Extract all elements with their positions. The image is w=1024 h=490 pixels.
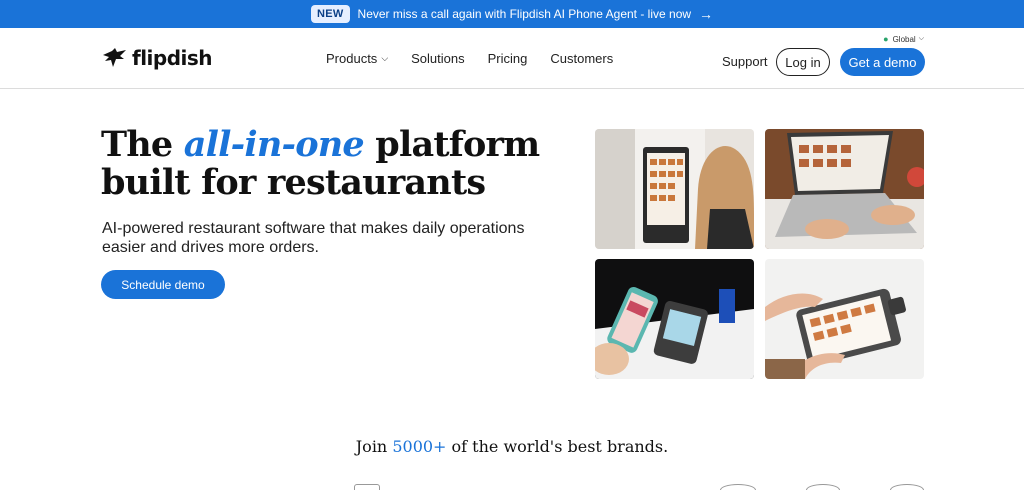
kiosk-photo: [595, 129, 754, 249]
brand-logo-peek: [720, 484, 756, 490]
brand-wordmark: flipdish: [132, 46, 213, 70]
brands-post: of the world's best brands.: [446, 437, 669, 456]
brand-logo-peek: [806, 484, 840, 490]
nav-solutions-label: Solutions: [411, 51, 465, 66]
hero-title-accent: all-in-one: [183, 124, 365, 165]
login-button[interactable]: Log in: [776, 48, 830, 76]
arrow-right-icon: →: [699, 6, 714, 22]
brand-logo-peek: [890, 484, 924, 490]
flipdish-bird-icon: [103, 48, 126, 67]
region-label: Global: [892, 34, 916, 44]
brand-logo-peek: [354, 484, 380, 490]
get-demo-button[interactable]: Get a demo: [840, 48, 925, 76]
pos-tablet-photo: [765, 259, 924, 379]
new-badge: NEW: [310, 5, 350, 23]
brands-count: 5000+: [392, 437, 447, 456]
brands-pre: Join: [355, 437, 393, 456]
nav-customers[interactable]: Customers: [550, 51, 613, 66]
main-nav: Products ⌵ Solutions Pricing Customers: [326, 28, 636, 89]
hero-title-pre: The: [101, 124, 184, 165]
chevron-down-icon: ⌵: [381, 53, 389, 63]
nav-customers-label: Customers: [550, 51, 614, 66]
nav-pricing-label: Pricing: [487, 51, 528, 66]
region-selector[interactable]: ● Global ⌵: [883, 34, 924, 44]
support-link[interactable]: Support: [722, 54, 768, 69]
location-pin-icon: ●: [883, 34, 889, 44]
nav-products[interactable]: Products ⌵: [326, 51, 388, 66]
nav-products-label: Products: [326, 51, 378, 66]
brands-heading: Join 5000+ of the world's best brands.: [0, 437, 1024, 456]
hero-subtitle: AI-powered restaurant software that make…: [102, 220, 525, 256]
schedule-demo-button[interactable]: Schedule demo: [101, 270, 225, 299]
payment-terminal-photo: [595, 259, 754, 379]
nav-solutions[interactable]: Solutions: [411, 51, 464, 66]
site-header: flipdish Products ⌵ Solutions Pricing Cu…: [0, 28, 1024, 89]
chevron-down-icon: ⌵: [918, 35, 924, 42]
announcement-text[interactable]: Never miss a call again with Flipdish AI…: [358, 7, 692, 21]
laptop-photo: [765, 129, 924, 249]
nav-pricing[interactable]: Pricing: [488, 51, 528, 66]
hero-title: The all-in-one platform built for restau…: [101, 126, 571, 202]
announcement-bar[interactable]: NEW Never miss a call again with Flipdis…: [0, 0, 1024, 28]
brand-logo[interactable]: flipdish: [102, 46, 213, 70]
